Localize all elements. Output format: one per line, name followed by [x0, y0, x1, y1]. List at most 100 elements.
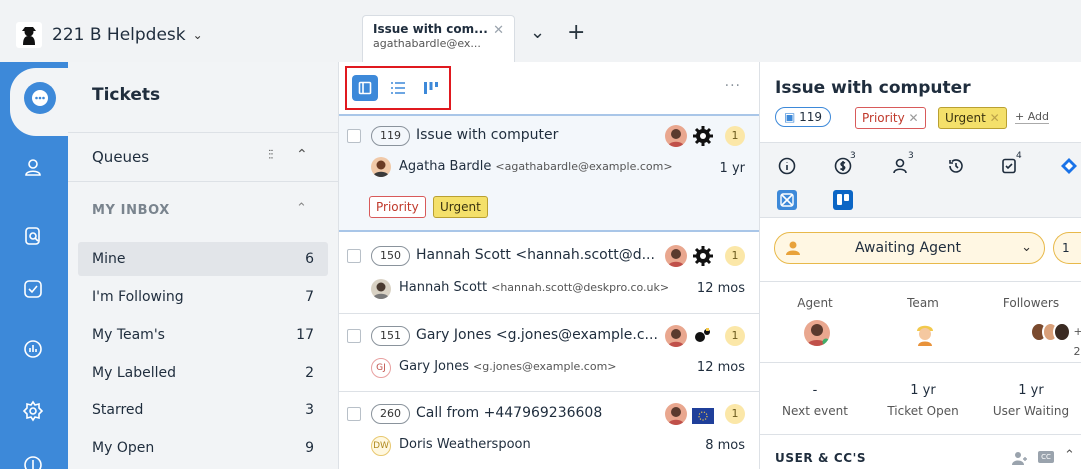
ticket-checkbox[interactable] [347, 249, 361, 263]
board-view-icon [424, 82, 438, 94]
ticket-age: 1 yr [719, 161, 745, 176]
followers-header: Followers [1002, 296, 1060, 310]
ticket-requester: Agatha Bardle <agathabardle@example.com> [399, 159, 673, 174]
detail-tag-label: Urgent [945, 111, 986, 125]
ticket-row[interactable]: 150 Hannah Scott <hannah.scott@d... 1 Ha… [339, 234, 759, 314]
tasks-icon[interactable] [22, 278, 44, 300]
tab-history[interactable] [943, 153, 969, 179]
agent-avatar [665, 245, 687, 267]
detail-tab-strip: 3 3 4 [760, 142, 1081, 218]
status-dropdown[interactable]: Awaiting Agent ⌄ [774, 232, 1045, 264]
settings-icon[interactable] [22, 400, 44, 422]
tab-app-trello[interactable] [830, 187, 856, 213]
inbox-item-mine[interactable]: Mine 6 [78, 242, 328, 276]
inbox-item-teams[interactable]: My Team's 17 [78, 318, 328, 352]
ticket-requester: Hannah Scott <hannah.scott@deskpro.co.uk> [399, 280, 669, 295]
tab-info[interactable] [774, 153, 800, 179]
ticket-row[interactable]: 260 Call from +447969236608 1 DW Doris W… [339, 392, 759, 469]
board-view-button[interactable] [418, 75, 444, 101]
agent-avatar[interactable] [804, 320, 830, 346]
chevron-down-icon[interactable]: ⌄ [530, 22, 545, 43]
user-waiting-value: 1 yr [1018, 383, 1044, 398]
rail-tickets-active[interactable] [10, 68, 68, 136]
reports-icon[interactable] [22, 338, 44, 360]
divider [760, 434, 1081, 435]
add-user-icon[interactable] [1012, 451, 1028, 465]
ticket-subject: Gary Jones <g.jones@example.c... [416, 327, 658, 343]
agent-avatar [665, 403, 687, 425]
brand-switcher[interactable]: 221 B Helpdesk ⌄ [16, 22, 203, 48]
requester-initials: DW [371, 436, 391, 456]
remove-tag-icon[interactable]: ✕ [909, 111, 919, 125]
list-view-button[interactable] [385, 75, 411, 101]
top-bar: 221 B Helpdesk ⌄ Issue with com... agath… [0, 0, 1081, 62]
chevron-up-icon[interactable]: ⌃ [296, 147, 308, 163]
ticket-checkbox[interactable] [347, 329, 361, 343]
inbox-item-labelled[interactable]: My Labelled 2 [78, 356, 328, 390]
ticket-row[interactable]: 119 Issue with computer 1 Agatha Bardle <… [339, 114, 759, 232]
detail-tag-priority[interactable]: Priority ✕ [855, 107, 926, 129]
detail-tag-urgent[interactable]: Urgent ✕ [938, 107, 1007, 129]
inbox-item-starred[interactable]: Starred 3 [78, 393, 328, 427]
inbox-item-count: 17 [296, 327, 314, 343]
chevron-up-icon[interactable]: ⌃ [1064, 448, 1075, 463]
ticket-age: 12 mos [696, 281, 745, 296]
count-badge: 1 [725, 326, 745, 346]
count-badge: 1 [725, 246, 745, 266]
split-view-button[interactable] [352, 75, 378, 101]
more-options-button[interactable]: ··· [725, 78, 741, 94]
chevron-up-icon[interactable]: ⌃ [296, 201, 307, 216]
tab-app-sprints[interactable] [774, 187, 800, 213]
left-rail [0, 62, 68, 469]
status-label: Awaiting Agent [855, 240, 961, 256]
ticket-open-value: 1 yr [910, 383, 936, 398]
tab-attachments-count: 4 [1016, 151, 1022, 161]
user-icon[interactable] [22, 156, 44, 178]
tab-app-diamond[interactable] [1056, 153, 1081, 179]
filter-icon[interactable]: ⫶⫶ [268, 148, 273, 163]
label-urgent[interactable]: Urgent [433, 196, 488, 218]
close-icon[interactable]: ✕ [493, 23, 504, 38]
inbox-item-count: 7 [305, 289, 314, 305]
ticket-detail-panel: Issue with computer ▣ 119 Priority ✕ Urg… [760, 62, 1081, 469]
cc-icon[interactable]: CC [1038, 451, 1054, 463]
add-tag-button[interactable]: + Add [1015, 110, 1050, 124]
ticket-tab[interactable]: Issue with com... agathabardle@ex... ✕ [362, 15, 515, 62]
history-icon [949, 159, 963, 173]
team-worker-icon[interactable] [912, 320, 938, 346]
tab-users[interactable]: 3 [888, 151, 914, 179]
ticket-checkbox[interactable] [347, 129, 361, 143]
requester-email: <agathabardle@example.com> [495, 160, 673, 173]
brand-name: 221 B Helpdesk [52, 25, 186, 45]
ticket-subject: Issue with computer [416, 127, 559, 143]
chevron-down-icon: ⌄ [1021, 240, 1032, 255]
inbox-item-following[interactable]: I'm Following 7 [78, 280, 328, 314]
add-tab-button[interactable]: + [567, 20, 585, 45]
ticket-checkbox[interactable] [347, 407, 361, 421]
label-priority[interactable]: Priority [369, 196, 426, 218]
ticket-subject: Hannah Scott <hannah.scott@d... [416, 247, 655, 263]
next-event-value: - [812, 383, 818, 398]
tab-attachments[interactable]: 4 [996, 151, 1022, 179]
tab-billing[interactable]: 3 [830, 151, 856, 179]
ticket-subject: Call from +447969236608 [416, 405, 603, 421]
ticket-id: 150 [371, 246, 410, 266]
status-count[interactable]: 1 [1053, 232, 1081, 264]
eu-flag-icon [692, 408, 714, 424]
team-icon [695, 328, 710, 342]
chevron-down-icon: ⌄ [192, 28, 203, 42]
inbox-item-open[interactable]: My Open 9 [78, 431, 328, 465]
requester-initials: GJ [371, 358, 391, 378]
remove-tag-icon[interactable]: ✕ [990, 111, 1000, 125]
user-waiting-label: User Waiting [992, 404, 1070, 418]
followers-avatars[interactable]: + 2 [1030, 322, 1081, 362]
tickets-panel: Tickets Queues ⫶⫶ ⌃ MY INBOX ⌃ Mine 6 I'… [68, 62, 338, 469]
queues-row[interactable]: Queues ⫶⫶ ⌃ [68, 132, 338, 182]
knowledgebase-icon[interactable] [22, 225, 44, 247]
ticket-row[interactable]: 151 Gary Jones <g.jones@example.c... 1 G… [339, 314, 759, 392]
sherlock-logo-icon [16, 22, 42, 48]
ticket-requester: Doris Weatherspoon [399, 437, 531, 452]
divider [760, 362, 1081, 363]
billing-icon[interactable] [22, 454, 44, 469]
inbox-item-label: Mine [92, 251, 126, 267]
